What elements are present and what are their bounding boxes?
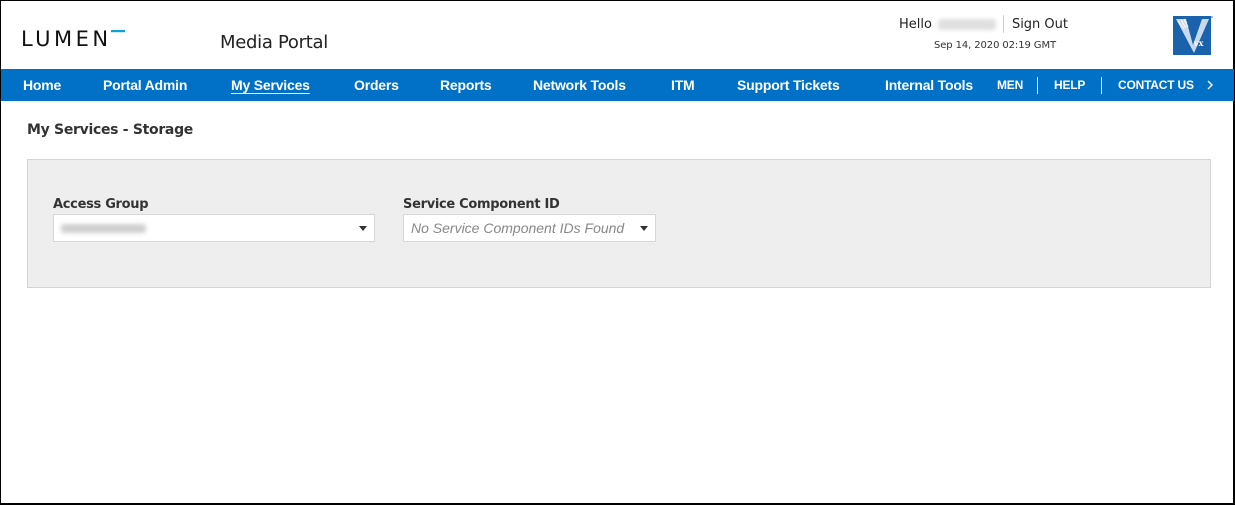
service-component-id-select[interactable]: No Service Component IDs Found [403, 214, 656, 242]
lumen-logo-text: LUMEN [21, 27, 112, 49]
app-window: LUMEN Media Portal Hello Sign Out Sep 14… [0, 0, 1235, 505]
nav-item-reports[interactable]: Reports [440, 69, 492, 101]
app-title: Media Portal [220, 32, 328, 53]
user-area: Hello Sign Out Sep 14, 2020 02:19 GMT [899, 15, 1068, 51]
nav-util-contact-us[interactable]: CONTACT US [1118, 69, 1194, 101]
svg-text:vx: vx [1193, 38, 1204, 48]
lumen-logo-accent [111, 30, 125, 33]
caret-down-icon [359, 226, 367, 231]
nav-item-network-tools[interactable]: Network Tools [533, 69, 626, 101]
nav-item-home[interactable]: Home [23, 69, 61, 101]
lumen-logo[interactable]: LUMEN [21, 27, 159, 49]
nav-item-support-tickets[interactable]: Support Tickets [737, 69, 840, 101]
access-group-label: Access Group [53, 197, 149, 212]
caret-down-icon [640, 226, 648, 231]
nav-divider [1037, 77, 1038, 94]
user-name [937, 18, 996, 30]
nav-item-orders[interactable]: Orders [354, 69, 399, 101]
access-group-select[interactable] [53, 214, 375, 242]
nav-item-portal-admin[interactable]: Portal Admin [103, 69, 187, 101]
header: LUMEN Media Portal Hello Sign Out Sep 14… [1, 1, 1234, 69]
user-divider [1002, 15, 1004, 33]
page-title: My Services - Storage [27, 122, 193, 138]
vyvx-logo[interactable]: vx [1172, 15, 1213, 56]
nav-divider [1101, 77, 1102, 94]
nav-item-internal-tools[interactable]: Internal Tools [885, 69, 973, 101]
greeting: Hello [898, 16, 932, 32]
main-nav: Home Portal Admin My Services Orders Rep… [1, 69, 1234, 101]
nav-util-help[interactable]: HELP [1054, 69, 1085, 101]
chevron-right-icon[interactable] [1205, 80, 1215, 90]
nav-util-men[interactable]: MEN [997, 69, 1023, 101]
sign-out-link[interactable]: Sign Out [1012, 17, 1068, 32]
nav-item-itm[interactable]: ITM [671, 69, 695, 101]
timestamp: Sep 14, 2020 02:19 GMT [933, 40, 1056, 51]
service-component-id-label: Service Component ID [403, 197, 560, 212]
filter-panel: Access Group Service Component ID No Ser… [27, 159, 1211, 288]
access-group-value [61, 224, 146, 233]
service-component-id-placeholder: No Service Component IDs Found [411, 220, 625, 236]
nav-item-my-services[interactable]: My Services [231, 69, 310, 101]
